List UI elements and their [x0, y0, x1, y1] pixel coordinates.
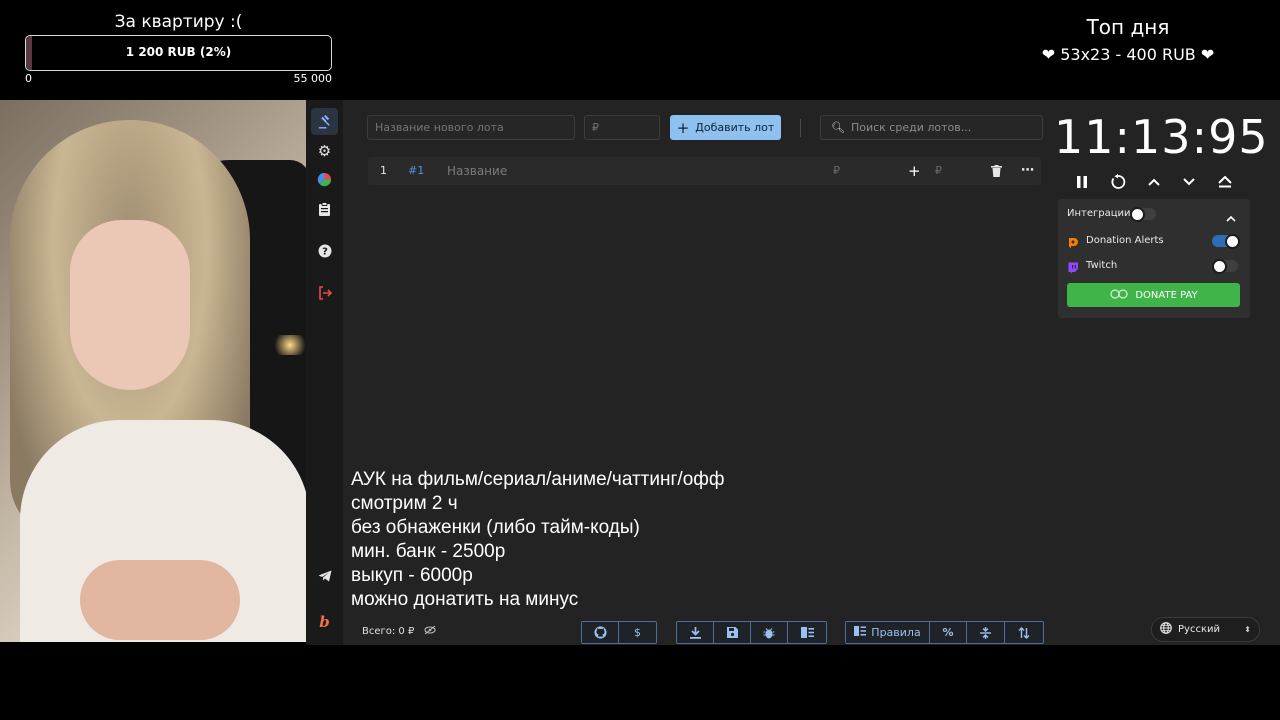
webcam-face	[70, 220, 190, 390]
github-icon[interactable]	[582, 622, 619, 643]
rules-line: выкуп - 6000р	[351, 565, 473, 586]
lot-amount-field[interactable]: ₽	[833, 157, 840, 185]
file-button-group	[676, 621, 827, 644]
sidebar: ⚙ ? b	[306, 100, 343, 645]
language-select[interactable]: Русский ⬍	[1151, 617, 1260, 642]
compress-icon[interactable]	[967, 622, 1005, 643]
webcam-lights	[270, 335, 306, 355]
integrations-panel: Интеграции Donation Alerts Twitch DONATE…	[1058, 199, 1250, 318]
pie-chart-icon[interactable]	[311, 166, 338, 193]
rules-line: мин. банк - 2500р	[351, 541, 506, 562]
pause-icon[interactable]	[1070, 170, 1094, 194]
webcam-feed	[0, 100, 306, 642]
lot-add-icon[interactable]: +	[908, 157, 921, 185]
donate-pay-label: DONATE PAY	[1135, 289, 1198, 301]
total-label: Всего: 0 ₽	[362, 626, 415, 637]
svg-text:?: ?	[322, 246, 328, 257]
donate-pay-icon	[1109, 288, 1129, 302]
auction-app: ⚙ ? b + Добавить лот 🔍︎ Поиск среди лото…	[306, 100, 1280, 645]
total-amount: Всего: 0 ₽	[362, 625, 436, 637]
bug-icon[interactable]	[751, 622, 788, 643]
telegram-icon[interactable]	[311, 562, 338, 589]
rules-line: можно донатить на минус	[351, 589, 579, 610]
save-icon[interactable]	[714, 622, 751, 643]
eye-off-icon[interactable]	[423, 625, 436, 637]
twitch-label: Twitch	[1086, 260, 1118, 271]
lot-name-field[interactable]: Название	[447, 157, 507, 185]
donation-alerts-icon	[1067, 234, 1079, 253]
integrations-title: Интеграции	[1067, 208, 1131, 219]
plus-icon: +	[676, 118, 690, 137]
goal-amount: 1 200 RUB (2%)	[125, 45, 232, 59]
more-options-icon[interactable]: ⋯	[1021, 157, 1034, 185]
rules-line: смотрим 2 ч	[351, 493, 458, 514]
help-icon[interactable]: ?	[311, 237, 338, 264]
search-icon: 🔍︎	[831, 121, 845, 134]
import-icon[interactable]	[788, 622, 826, 643]
goal-progress-bar: 1 200 RUB (2%)	[25, 35, 332, 71]
rules-button-group: Правила %	[845, 621, 1044, 644]
rules-line: без обнаженки (либо тайм-коды)	[351, 517, 640, 538]
add-lot-button[interactable]: + Добавить лот	[670, 115, 781, 140]
gavel-icon[interactable]	[311, 108, 338, 135]
rules-line: АУК на фильм/сериал/аниме/чаттинг/офф	[351, 469, 725, 490]
chevron-up-icon[interactable]	[1142, 170, 1166, 194]
chevron-up-icon[interactable]	[1226, 207, 1236, 226]
lot-add-amount-field[interactable]: ₽	[935, 157, 942, 185]
trash-icon[interactable]	[991, 157, 1002, 185]
logout-icon[interactable]	[311, 279, 338, 306]
lot-amount-input[interactable]	[584, 115, 660, 140]
add-lot-label: Добавить лот	[695, 121, 775, 134]
rules-button[interactable]: Правила	[846, 622, 930, 643]
search-placeholder: Поиск среди лотов...	[850, 121, 972, 134]
select-arrows-icon: ⬍	[1244, 625, 1251, 634]
goal-title: За квартиру :(	[114, 12, 243, 32]
rules-icon	[854, 626, 867, 639]
language-label: Русский	[1178, 624, 1220, 635]
donation-alerts-toggle[interactable]	[1212, 234, 1240, 249]
double-up-icon[interactable]	[1213, 170, 1237, 194]
goal-min: 0	[25, 72, 32, 85]
integrations-toggle[interactable]	[1130, 207, 1156, 222]
top-day-title: Топ дня	[1086, 15, 1170, 39]
gear-icon[interactable]: ⚙	[311, 137, 338, 164]
twitch-toggle[interactable]	[1212, 259, 1238, 274]
search-input[interactable]: 🔍︎ Поиск среди лотов...	[820, 115, 1043, 140]
percent-icon[interactable]: %	[930, 622, 967, 643]
download-icon[interactable]	[677, 622, 714, 643]
chevron-down-icon[interactable]	[1177, 170, 1201, 194]
goal-max: 55 000	[293, 72, 333, 85]
links-button-group: $	[581, 621, 657, 644]
webcam-hands	[80, 560, 240, 640]
twitch-icon	[1067, 259, 1079, 278]
top-day-donor: ❤ 53x23 - 400 RUB ❤	[1041, 45, 1215, 64]
brand-logo-icon[interactable]: b	[311, 608, 338, 635]
restart-icon[interactable]	[1106, 170, 1130, 194]
lot-name-input[interactable]	[367, 115, 575, 140]
dollar-icon[interactable]: $	[619, 622, 656, 643]
auction-rules-text: АУК на фильм/сериал/аниме/чаттинг/офф см…	[351, 468, 725, 612]
globe-icon	[1160, 622, 1172, 637]
lot-id: #1	[408, 164, 425, 177]
clipboard-icon[interactable]	[311, 195, 338, 222]
donate-pay-button[interactable]: DONATE PAY	[1067, 283, 1240, 307]
sort-icon[interactable]	[1005, 622, 1043, 643]
lot-row: 1 #1 Название ₽ + ₽ ⋯	[368, 157, 1041, 185]
rules-label: Правила	[871, 626, 921, 639]
toolbar-divider	[800, 119, 801, 137]
auction-timer: 11:13:95	[1054, 110, 1269, 164]
donation-alerts-label: Donation Alerts	[1086, 235, 1164, 246]
lot-index: 1	[380, 164, 387, 177]
